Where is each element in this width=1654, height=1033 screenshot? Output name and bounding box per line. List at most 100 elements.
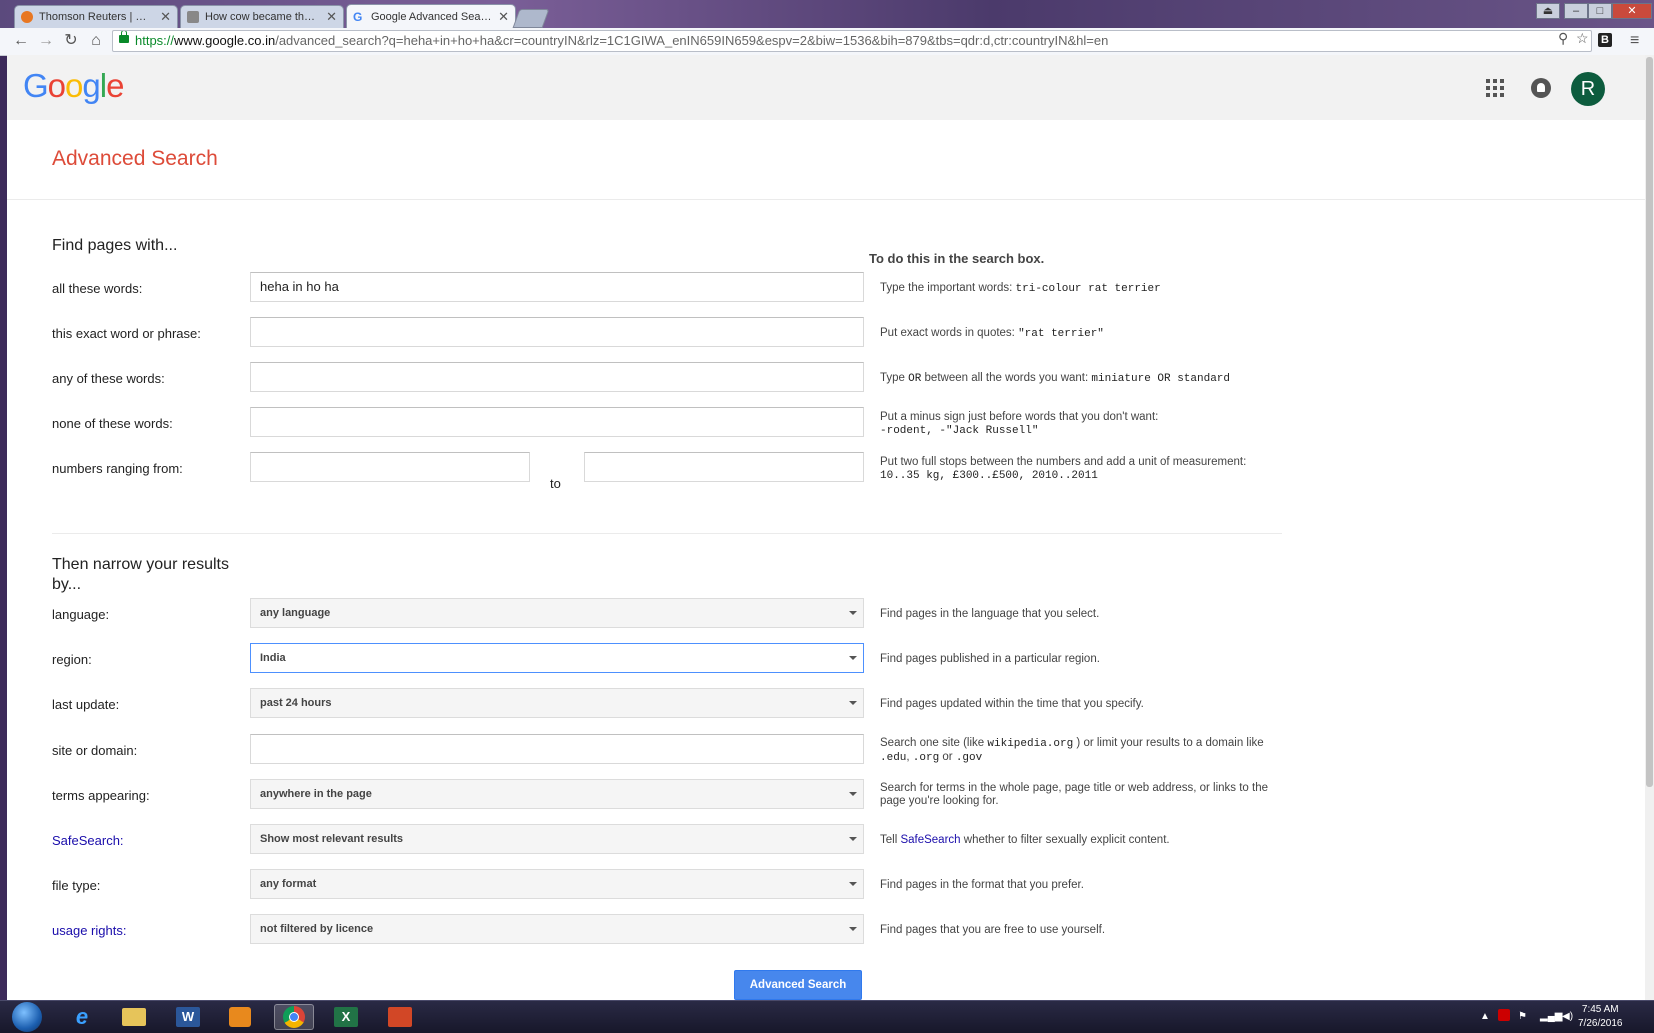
thomson-reuters-favicon-icon: [21, 11, 33, 23]
word-icon[interactable]: W: [168, 1004, 208, 1030]
dropdown-arrow-icon: [849, 927, 857, 931]
start-button-icon[interactable]: [12, 1002, 42, 1032]
hint-text: Put a minus sign just before words that …: [880, 411, 1159, 423]
extension-b-icon[interactable]: B: [1598, 33, 1612, 47]
hint-text: Type: [880, 372, 909, 384]
zoom-icon[interactable]: ⚲: [1558, 30, 1568, 47]
exact-phrase-input[interactable]: [250, 317, 864, 347]
none-words-input[interactable]: [250, 407, 864, 437]
select-value: past 24 hours: [260, 697, 332, 709]
internet-explorer-icon[interactable]: e: [62, 1004, 102, 1030]
hint-example: OR: [908, 373, 922, 385]
usage-rights-select[interactable]: not filtered by licence: [250, 914, 864, 944]
network-signal-icon[interactable]: ▂▄▆: [1540, 1011, 1562, 1022]
file-type-select[interactable]: any format: [250, 869, 864, 899]
select-value: Show most relevant results: [260, 833, 404, 845]
url-host: www.google.co.in: [174, 33, 276, 48]
google-logo[interactable]: Google: [23, 67, 124, 105]
safesearch-hint-link[interactable]: SafeSearch: [900, 834, 960, 846]
tab-close-icon[interactable]: ✕: [498, 9, 509, 25]
chrome-icon[interactable]: [274, 1004, 314, 1030]
notifications-bell-icon[interactable]: [1531, 78, 1551, 98]
page-title: Advanced Search: [52, 147, 218, 170]
all-words-input[interactable]: heha in ho ha: [250, 272, 864, 302]
side-column-title: To do this in the search box.: [869, 251, 1045, 266]
apps-grid-icon[interactable]: [1486, 79, 1504, 97]
file-explorer-icon[interactable]: [114, 1004, 154, 1030]
dte-favicon-icon: [187, 11, 199, 23]
terms-select[interactable]: anywhere in the page: [250, 779, 864, 809]
tab-google-advanced-search[interactable]: G Google Advanced Search ✕: [346, 4, 516, 28]
last-update-select[interactable]: past 24 hours: [250, 688, 864, 718]
logo-letter: o: [47, 67, 66, 104]
hint-example: -rodent, -"Jack Russell": [880, 425, 1039, 437]
home-icon[interactable]: ⌂: [86, 32, 106, 50]
region-select[interactable]: India: [250, 643, 864, 673]
numbers-to-input[interactable]: [584, 452, 864, 482]
hint-text: Type the important words:: [880, 282, 1016, 294]
powerpoint-icon[interactable]: [380, 1004, 420, 1030]
tray-expand-icon[interactable]: ▲: [1480, 1011, 1490, 1022]
divider: [7, 199, 1645, 200]
site-input[interactable]: [250, 734, 864, 764]
dropdown-arrow-icon: [849, 882, 857, 886]
logo-letter: g: [82, 67, 100, 104]
dropdown-arrow-icon: [849, 792, 857, 796]
last-update-label: last update:: [52, 697, 120, 712]
usage-rights-link[interactable]: usage rights:: [52, 923, 126, 938]
chrome-menu-icon[interactable]: ≡: [1630, 32, 1639, 50]
avatar[interactable]: R: [1571, 72, 1605, 106]
tab-close-icon[interactable]: ✕: [160, 9, 171, 25]
exact-phrase-hint: Put exact words in quotes: "rat terrier": [880, 327, 1280, 341]
user-profile-icon[interactable]: ⏏: [1536, 3, 1560, 19]
hint-example: .org: [912, 752, 940, 764]
minimize-button[interactable]: –: [1564, 3, 1588, 19]
select-value: not filtered by licence: [260, 923, 374, 935]
hint-example: .edu: [880, 752, 907, 764]
google-favicon-icon: G: [353, 9, 363, 24]
logo-letter: G: [23, 67, 49, 104]
any-words-input[interactable]: [250, 362, 864, 392]
language-select[interactable]: any language: [250, 598, 864, 628]
safesearch-select[interactable]: Show most relevant results: [250, 824, 864, 854]
exact-phrase-label: this exact word or phrase:: [52, 326, 201, 341]
url-path: /advanced_search?q=heha+in+ho+ha&cr=coun…: [275, 33, 1109, 48]
reload-icon[interactable]: ↻: [61, 32, 81, 50]
clock-date: 7/26/2016: [1578, 1018, 1623, 1029]
bookmark-star-icon[interactable]: ☆: [1576, 30, 1589, 47]
tab-close-icon[interactable]: ✕: [326, 9, 337, 25]
numbers-from-input[interactable]: [250, 452, 530, 482]
logo-letter: e: [106, 67, 124, 104]
maximize-button[interactable]: □: [1588, 3, 1612, 19]
select-value: India: [260, 652, 286, 664]
safesearch-link[interactable]: SafeSearch:: [52, 833, 124, 848]
address-bar[interactable]: https://www.google.co.in/advanced_search…: [112, 30, 1592, 52]
dropdown-arrow-icon: [849, 611, 857, 615]
excel-icon[interactable]: X: [326, 1004, 366, 1030]
file-type-label: file type:: [52, 878, 101, 893]
system-clock[interactable]: 7:45 AM 7/26/2016: [1578, 1003, 1623, 1031]
region-hint: Find pages published in a particular reg…: [880, 653, 1100, 665]
hint-text: Put two full stops between the numbers a…: [880, 456, 1247, 468]
narrow-section-title: Then narrow your results by...: [52, 556, 229, 593]
forward-arrow-icon[interactable]: →: [36, 32, 56, 50]
media-player-icon[interactable]: [220, 1004, 260, 1030]
file-type-hint: Find pages in the format that you prefer…: [880, 879, 1084, 891]
scrollbar-thumb[interactable]: [1646, 57, 1653, 787]
advanced-search-button[interactable]: Advanced Search: [734, 970, 862, 1000]
back-arrow-icon[interactable]: ←: [11, 32, 31, 50]
hint-text: whether to filter sexually explicit cont…: [960, 834, 1170, 846]
hint-text: ) or limit your results to a domain like: [1073, 737, 1264, 749]
last-update-hint: Find pages updated within the time that …: [880, 698, 1144, 710]
tab-cow-article[interactable]: How cow became the mo ✕: [180, 5, 344, 28]
numbers-to-label: to: [550, 476, 561, 491]
volume-icon[interactable]: ◀): [1562, 1011, 1573, 1022]
new-tab-button[interactable]: [512, 9, 550, 28]
hint-text: between all the words you want:: [921, 372, 1092, 384]
select-value: any format: [260, 878, 317, 890]
vertical-scrollbar[interactable]: [1645, 55, 1654, 1000]
tab-thomson-reuters[interactable]: Thomson Reuters | Open ✕: [14, 5, 178, 28]
close-window-button[interactable]: ✕: [1612, 3, 1652, 19]
action-center-flag-icon[interactable]: ⚑: [1518, 1011, 1527, 1022]
antivirus-tray-icon[interactable]: [1498, 1009, 1510, 1021]
